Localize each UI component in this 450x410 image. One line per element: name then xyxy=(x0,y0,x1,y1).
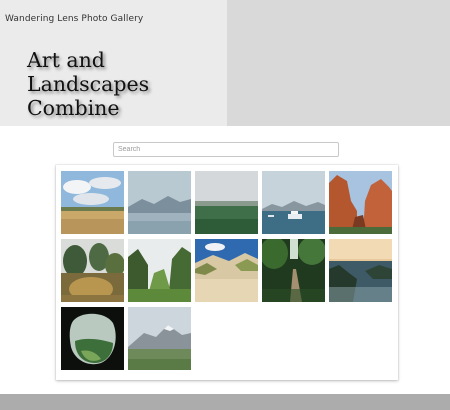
gallery-photo-lake[interactable] xyxy=(128,171,191,234)
hero-image-placeholder xyxy=(227,0,450,126)
mountain-photo xyxy=(128,307,191,370)
coast-photo xyxy=(329,239,392,302)
gallery-photo-field[interactable] xyxy=(61,171,124,234)
canyon-photo xyxy=(329,171,392,234)
cave-photo xyxy=(61,307,124,370)
gallery-photo-cave[interactable] xyxy=(61,307,124,370)
gallery-photo-canyon[interactable] xyxy=(329,171,392,234)
hero-headline: Art and Landscapes Combine xyxy=(27,48,149,120)
hero-banner: Wandering Lens Photo Gallery Art and Lan… xyxy=(0,0,227,126)
boat-photo xyxy=(262,171,325,234)
gallery-photo-coast[interactable] xyxy=(329,239,392,302)
garden-photo xyxy=(61,239,124,302)
gallery-photo-dunes[interactable] xyxy=(195,239,258,302)
gallery-photo-mountain[interactable] xyxy=(128,307,191,370)
dunes-photo xyxy=(195,239,258,302)
hero-headline-line: Combine xyxy=(27,96,120,120)
site-title[interactable]: Wandering Lens Photo Gallery xyxy=(5,14,143,24)
gallery-photo-boat[interactable] xyxy=(262,171,325,234)
hero-headline-line: Landscapes xyxy=(27,72,150,96)
lake-photo xyxy=(128,171,191,234)
hills-photo xyxy=(128,239,191,302)
gallery-photo-meadow[interactable] xyxy=(195,171,258,234)
search-input[interactable] xyxy=(113,142,339,157)
gallery-photo-forest-path[interactable] xyxy=(262,239,325,302)
field-photo xyxy=(61,171,124,234)
hero-headline-line: Art and xyxy=(27,48,105,72)
page-footer xyxy=(0,394,450,410)
photo-gallery-grid xyxy=(56,165,398,380)
forest-path-photo xyxy=(262,239,325,302)
meadow-photo xyxy=(195,171,258,234)
gallery-photo-garden[interactable] xyxy=(61,239,124,302)
gallery-photo-hills[interactable] xyxy=(128,239,191,302)
